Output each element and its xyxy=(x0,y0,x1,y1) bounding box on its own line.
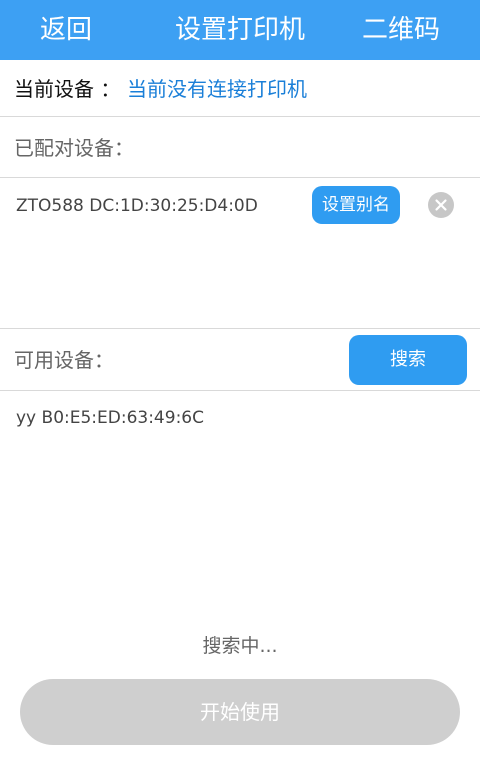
paired-device-name: ZTO588 DC:1D:30:25:D4:0D xyxy=(16,196,258,216)
set-alias-button[interactable]: 设置别名 xyxy=(312,186,400,224)
paired-devices-label: 已配对设备： xyxy=(14,136,134,160)
paired-devices-header: 已配对设备： xyxy=(0,117,480,178)
current-device-value: 当前没有连接打印机 xyxy=(127,77,307,101)
current-device-row: 当前设备 ： 当前没有连接打印机 xyxy=(0,60,480,117)
available-devices-list: yy B0:E5:ED:63:49:6C xyxy=(0,392,480,622)
start-using-button[interactable]: 开始使用 xyxy=(20,679,460,745)
current-device-label: 当前设备 ： xyxy=(14,77,121,101)
paired-devices-list: ZTO588 DC:1D:30:25:D4:0D xyxy=(0,178,480,329)
available-devices-label: 可用设备： xyxy=(14,348,114,372)
qr-code-button[interactable]: 二维码 xyxy=(362,12,440,48)
searching-status: 搜索中... xyxy=(202,635,278,657)
top-bar: 返回 设置打印机 二维码 xyxy=(0,0,480,60)
search-button[interactable]: 搜索 xyxy=(349,335,467,385)
close-circle-icon[interactable] xyxy=(428,192,454,218)
available-device-name: yy B0:E5:ED:63:49:6C xyxy=(16,408,204,428)
